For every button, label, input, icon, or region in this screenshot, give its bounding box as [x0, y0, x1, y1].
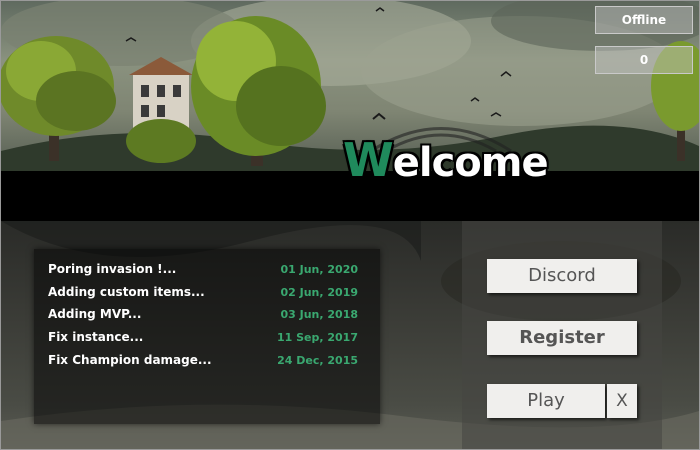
- news-item[interactable]: Fix instance... 11 Sep, 2017: [48, 330, 368, 352]
- welcome-initial: W: [343, 133, 394, 187]
- news-date: 11 Sep, 2017: [276, 331, 358, 344]
- online-count-badge: 0: [595, 46, 693, 74]
- news-date: 02 Jun, 2019: [280, 286, 358, 299]
- welcome-title: Welcome: [343, 133, 549, 187]
- close-button[interactable]: X: [607, 384, 637, 418]
- news-item[interactable]: Adding MVP... 03 Jun, 2018: [48, 307, 368, 329]
- news-date: 01 Jun, 2020: [280, 263, 358, 276]
- welcome-rest: elcome: [392, 140, 549, 186]
- news-date: 24 Dec, 2015: [277, 354, 358, 367]
- launcher-window: Offline 0 Welcome Poring invasion !... 0…: [0, 0, 700, 450]
- news-item[interactable]: Fix Champion damage... 24 Dec, 2015: [48, 353, 368, 375]
- server-status-badge: Offline: [595, 6, 693, 34]
- news-title[interactable]: Adding MVP...: [48, 307, 141, 321]
- discord-button[interactable]: Discord: [487, 259, 637, 293]
- news-title[interactable]: Adding custom items...: [48, 285, 205, 299]
- news-item[interactable]: Poring invasion !... 01 Jun, 2020: [48, 262, 368, 284]
- news-date: 03 Jun, 2018: [280, 308, 358, 321]
- news-title[interactable]: Poring invasion !...: [48, 262, 176, 276]
- news-item[interactable]: Adding custom items... 02 Jun, 2019: [48, 285, 368, 307]
- play-button[interactable]: Play: [487, 384, 605, 418]
- register-button[interactable]: Register: [487, 321, 637, 355]
- news-panel: Poring invasion !... 01 Jun, 2020 Adding…: [34, 249, 380, 424]
- news-title[interactable]: Fix Champion damage...: [48, 353, 212, 367]
- news-title[interactable]: Fix instance...: [48, 330, 143, 344]
